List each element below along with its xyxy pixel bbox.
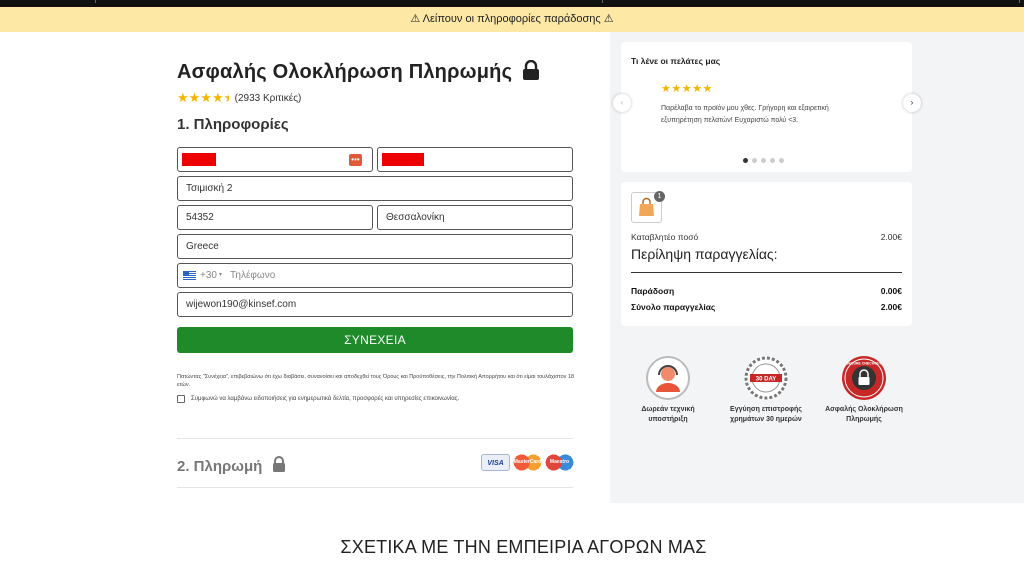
payable-value: 2.00€ [880, 232, 902, 242]
trust-badge-money-back: 30 DAY Εγγύηση επιστροφής χρημάτων 30 ημ… [721, 356, 811, 425]
total-row: Σύνολο παραγγελίας 2.00€ [631, 302, 902, 312]
newsletter-checkbox[interactable] [177, 395, 185, 403]
section-divider [177, 438, 573, 439]
visa-icon: VISA [481, 454, 510, 471]
browser-top-strip [0, 0, 1024, 7]
warning-icon: ⚠ [410, 13, 421, 25]
lock-icon [522, 59, 540, 85]
trust-badge-label: Ασφαλής Ολοκλήρωση Πληρωμής [825, 406, 903, 423]
payment-section-title: 2. Πληρωμή [177, 457, 263, 475]
carousel-dot[interactable] [761, 158, 766, 163]
testimonial-text: Παρέλαβα το προϊόν μου χθες. Γρήγορη και… [661, 105, 829, 124]
top-strip-tick [95, 0, 96, 3]
first-name-field[interactable]: ••• [177, 147, 373, 172]
item-count-badge: 1 [654, 191, 665, 202]
carousel-dot[interactable] [743, 158, 748, 163]
carousel-dot[interactable] [770, 158, 775, 163]
experience-section-title: ΣΧΕΤΙΚΑ ΜΕ ΤΗΝ ΕΜΠΕΙΡΙΑ ΑΓΟΡΩΝ ΜΑΣ [340, 537, 707, 557]
rating-stars-icon: ★★★★★ [177, 90, 229, 105]
section-divider [177, 487, 573, 488]
warning-icon: ⚠ [603, 13, 614, 25]
lock-icon [272, 456, 286, 476]
delivery-label: Παράδοση [631, 286, 675, 296]
top-strip-tick [602, 0, 603, 3]
delivery-row: Παράδοση 0.00€ [631, 286, 902, 296]
phone-prefix-value: +30 [200, 270, 217, 281]
mastercard-icon: MasterCard [513, 454, 542, 471]
chevron-down-icon: ▾ [218, 272, 222, 278]
country-code-select[interactable]: +30 ▾ [183, 264, 222, 287]
masked-first-name [182, 153, 216, 166]
total-label: Σύνολο παραγγελίας [631, 302, 716, 312]
masked-last-name [382, 153, 424, 166]
carousel-prev-button[interactable]: ‹ [613, 94, 631, 112]
top-strip-tick [1019, 0, 1020, 3]
secure-checkout-badge-text: SECURE CHECKOUT [846, 362, 882, 366]
trust-badge-secure: SECURE CHECKOUT Ασφαλής Ολοκλήρωση Πληρω… [819, 356, 909, 425]
trust-badge-support: Δωρεάν τεχνική υποστήριξη [623, 356, 713, 425]
greece-flag-icon [183, 271, 196, 280]
city-field[interactable]: Θεσσαλονίκη [377, 205, 573, 230]
payable-row: Καταβλητέο ποσό 2.00€ [631, 232, 902, 242]
continue-button[interactable]: ΣΥΝΕΧΕΙΑ [177, 327, 573, 353]
missing-delivery-banner: ⚠ Λείπουν οι πληροφορίες παράδοσης ⚠ [0, 7, 1024, 32]
banner-text: Λείπουν οι πληροφορίες παράδοσης [422, 13, 601, 25]
money-back-30-day-icon: 30 DAY [744, 356, 788, 400]
checkout-header: Ασφαλής Ολοκλήρωση Πληρωμής [177, 59, 540, 85]
postcode-field[interactable]: 54352 [177, 205, 373, 230]
badge-30-day-text: 30 DAY [756, 377, 776, 383]
email-field[interactable]: wijewon190@kinsef.com [177, 292, 573, 317]
order-summary-panel: 1 Καταβλητέο ποσό 2.00€ Περίληψη παραγγε… [621, 182, 912, 326]
testimonials-panel: Τι λένε οι πελάτες μας ★★★★★ Παρέλαβα το… [613, 42, 921, 172]
info-section-title: 1. Πληροφορίες [177, 116, 289, 133]
phone-placeholder: Τηλέφωνο [230, 270, 276, 281]
secure-checkout-icon: SECURE CHECKOUT [842, 356, 886, 400]
support-agent-icon [646, 356, 690, 400]
testimonial-stars-icon: ★★★★★ [661, 83, 713, 95]
carousel-dot[interactable] [779, 158, 784, 163]
payment-section-header[interactable]: 2. Πληρωμή [177, 456, 286, 476]
address-field[interactable]: Τσιμισκή 2 [177, 176, 573, 201]
carousel-dots [743, 158, 788, 163]
maestro-icon: Maestro [545, 454, 574, 471]
total-value: 2.00€ [880, 302, 902, 312]
summary-divider [631, 272, 902, 273]
trust-badge-label: Δωρεάν τεχνική υποστήριξη [641, 406, 695, 423]
carousel-next-button[interactable]: › [903, 94, 921, 112]
newsletter-label: Συμφωνώ να λαμβάνω ειδοποιήσεις για ενημ… [191, 396, 460, 402]
delivery-value: 0.00€ [880, 286, 902, 296]
order-summary-heading: Περίληψη παραγγελίας: [631, 246, 778, 262]
testimonials-title: Τι λένε οι πελάτες μας [631, 56, 721, 66]
page-title: Ασφαλής Ολοκλήρωση Πληρωμής [177, 61, 513, 83]
payable-label: Καταβλητέο ποσό [631, 232, 699, 242]
payment-card-logos: VISA MasterCard Maestro [478, 454, 574, 471]
last-name-field[interactable] [377, 147, 573, 172]
phone-field[interactable]: +30 ▾ Τηλέφωνο [177, 263, 573, 288]
newsletter-opt-in[interactable]: Συμφωνώ να λαμβάνω ειδοποιήσεις για ενημ… [177, 395, 459, 403]
legal-notice: Πατώντας "Συνέχεια", επιβεβαιώνω ότι έχω… [177, 374, 575, 388]
autofill-icon[interactable]: ••• [349, 154, 362, 166]
rating-summary: ★★★★★ (2933 Κριτικές) [177, 90, 301, 106]
trust-badge-label: Εγγύηση επιστροφής χρημάτων 30 ημερών [730, 406, 802, 423]
country-select[interactable]: Greece [177, 234, 573, 259]
carousel-dot[interactable] [752, 158, 757, 163]
review-count: (2933 Κριτικές) [234, 92, 302, 104]
